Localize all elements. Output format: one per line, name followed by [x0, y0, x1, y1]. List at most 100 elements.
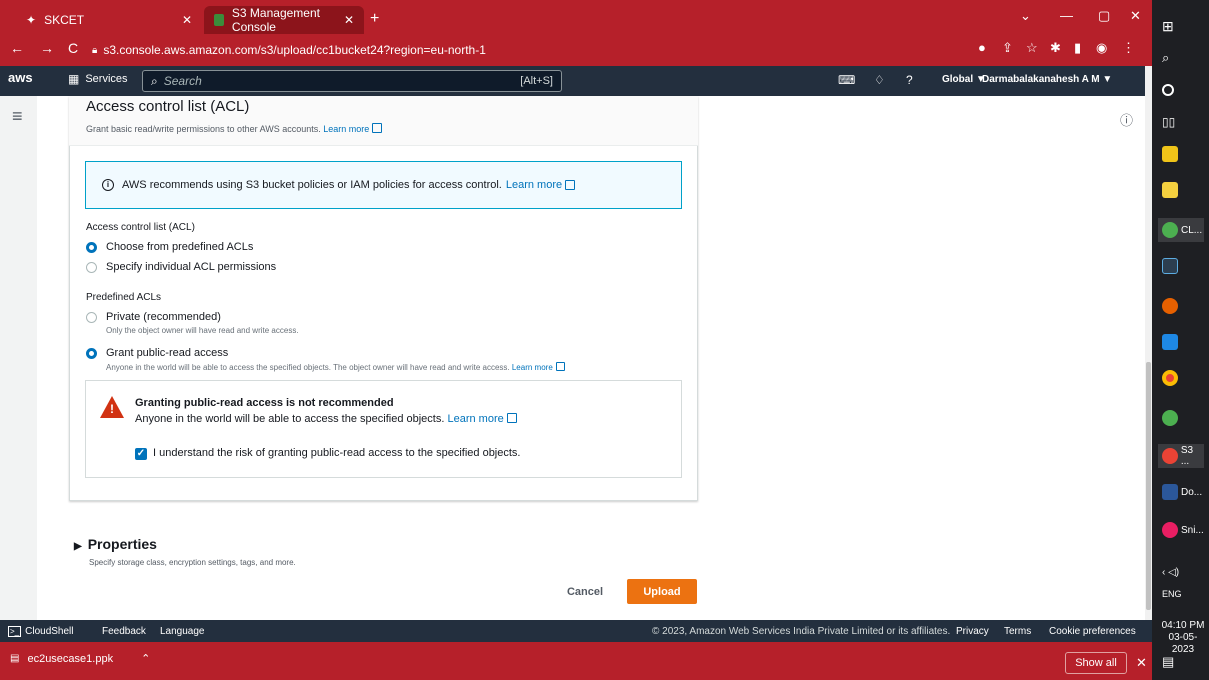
- scrollbar-thumb[interactable]: [1146, 362, 1151, 610]
- services-menu[interactable]: ▦ Services: [68, 72, 128, 86]
- info-icon: i: [102, 179, 114, 191]
- chrome-icon[interactable]: [1158, 366, 1204, 390]
- search-icon[interactable]: ⌕: [1158, 46, 1204, 70]
- warning-text: Anyone in the world will be able to acce…: [135, 413, 517, 425]
- star-icon[interactable]: ☆: [1026, 40, 1038, 56]
- cancel-button[interactable]: Cancel: [560, 582, 610, 602]
- learn-more-link[interactable]: Learn more: [506, 179, 562, 191]
- terminal-icon[interactable]: [1158, 254, 1204, 278]
- store-icon[interactable]: [1158, 330, 1204, 354]
- external-link-icon: [555, 362, 565, 371]
- tab-label: SKCET: [44, 13, 85, 27]
- file-explorer-icon[interactable]: [1158, 142, 1204, 166]
- notification-icon[interactable]: ▤: [1158, 650, 1204, 674]
- feedback-link[interactable]: Feedback: [102, 626, 146, 637]
- acl-description: Grant basic read/write permissions to ot…: [86, 123, 383, 134]
- volume-icon[interactable]: ‹ ◁): [1158, 560, 1204, 584]
- radio-label: Choose from predefined ACLs: [106, 241, 254, 253]
- bell-icon[interactable]: ♢: [874, 73, 885, 87]
- taskbar-item-cl[interactable]: CL...: [1158, 218, 1204, 242]
- warning-exclamation: !: [110, 402, 114, 416]
- profile-icon[interactable]: ◉: [1096, 40, 1107, 56]
- close-window-icon[interactable]: ✕: [1130, 8, 1141, 24]
- aws-logo[interactable]: aws: [8, 70, 33, 85]
- region-selector[interactable]: Global ▼: [942, 74, 986, 85]
- radio-public-read[interactable]: Grant public-read access: [86, 347, 228, 359]
- radio-button[interactable]: [86, 241, 97, 253]
- task-view-icon[interactable]: ▯▯: [1158, 110, 1204, 134]
- cortana-icon[interactable]: [1158, 78, 1204, 102]
- share-icon[interactable]: ⇪: [1002, 40, 1013, 56]
- close-icon[interactable]: ✕: [1136, 655, 1147, 671]
- taskbar-item-s3[interactable]: S3 ...: [1158, 444, 1204, 468]
- cookie-preferences-link[interactable]: Cookie preferences: [1049, 626, 1136, 637]
- hamburger-menu-icon[interactable]: ≡: [12, 106, 23, 127]
- external-link-icon: [372, 123, 383, 133]
- chevron-down-icon[interactable]: ⌄: [1020, 8, 1031, 24]
- properties-section-toggle[interactable]: ▶ Properties: [74, 536, 157, 552]
- tab-label: S3 Management Console: [231, 6, 320, 34]
- privacy-link[interactable]: Privacy: [956, 626, 989, 637]
- upload-button[interactable]: Upload: [627, 579, 697, 604]
- tab-skcet[interactable]: ✦ SKCET ✕: [16, 6, 202, 34]
- radio-button[interactable]: [86, 311, 97, 323]
- language-indicator[interactable]: ENG: [1158, 582, 1204, 606]
- lock-icon: 🔒︎: [92, 44, 98, 56]
- sidepanel-icon[interactable]: ▮: [1074, 40, 1081, 56]
- account-menu[interactable]: Darmabalakanahesh A M ▼: [982, 74, 1112, 85]
- cloudshell-link[interactable]: >_ CloudShell: [8, 626, 74, 637]
- extensions-icon[interactable]: ✱: [1050, 40, 1061, 56]
- new-tab-icon[interactable]: +: [370, 10, 379, 28]
- taskbar-item-snip[interactable]: Sni...: [1158, 518, 1204, 542]
- taskbar-item-word[interactable]: Do...: [1158, 480, 1204, 504]
- learn-more-link[interactable]: Learn more: [512, 363, 553, 372]
- cloudshell-label: CloudShell: [25, 626, 74, 637]
- radio-individual-acl[interactable]: Specify individual ACL permissions: [86, 261, 276, 273]
- search-placeholder: Search: [163, 74, 202, 88]
- app-green-icon[interactable]: [1158, 406, 1204, 430]
- radio-label: Grant public-read access: [106, 347, 229, 359]
- show-all-button[interactable]: Show all: [1065, 652, 1127, 674]
- close-icon[interactable]: ✕: [344, 13, 354, 27]
- info-alert: i AWS recommends using S3 bucket policie…: [85, 161, 682, 209]
- search-input[interactable]: ⌕ Search [Alt+S]: [142, 70, 562, 92]
- learn-more-link[interactable]: Learn more: [323, 124, 369, 134]
- download-item[interactable]: ▤ ec2usecase1.ppk ⌃: [10, 652, 150, 666]
- risk-checkbox[interactable]: ✓: [135, 448, 147, 460]
- copyright-text: © 2023, Amazon Web Services India Privat…: [652, 626, 951, 637]
- warning-text-body: Anyone in the world will be able to acce…: [135, 413, 445, 425]
- maximize-icon[interactable]: ▢: [1098, 8, 1110, 24]
- app-icon[interactable]: [1158, 178, 1204, 202]
- chevron-up-icon[interactable]: ⌃: [141, 652, 150, 665]
- menu-icon[interactable]: ⋮: [1122, 40, 1135, 56]
- windows-start-icon[interactable]: ⊞: [1158, 14, 1204, 38]
- close-icon[interactable]: ✕: [182, 13, 192, 27]
- reload-icon[interactable]: C: [68, 40, 78, 56]
- minimize-icon[interactable]: —: [1060, 8, 1073, 23]
- help-icon[interactable]: ?: [906, 73, 913, 87]
- radio-button[interactable]: [86, 261, 97, 273]
- url-field[interactable]: 🔒︎ s3.console.aws.amazon.com/s3/upload/c…: [92, 38, 952, 62]
- learn-more-link[interactable]: Learn more: [447, 413, 503, 425]
- google-icon[interactable]: ●: [978, 40, 986, 55]
- back-icon[interactable]: ←: [10, 40, 24, 56]
- tab-favicon: ✦: [26, 13, 37, 27]
- terms-link[interactable]: Terms: [1004, 626, 1031, 637]
- firefox-icon[interactable]: [1158, 294, 1204, 318]
- radio-label: Private (recommended): [106, 311, 221, 323]
- radio-private[interactable]: Private (recommended): [86, 311, 221, 323]
- radio-predefined-acls[interactable]: Choose from predefined ACLs: [86, 241, 253, 253]
- risk-checkbox-label[interactable]: I understand the risk of granting public…: [153, 447, 521, 459]
- search-shortcut: [Alt+S]: [520, 75, 553, 87]
- acl-label: Access control list (ACL): [86, 222, 195, 233]
- tab-s3-console[interactable]: S3 Management Console ✕: [204, 6, 364, 34]
- search-icon: ⌕: [151, 73, 158, 88]
- taskbar-item-label: CL...: [1181, 224, 1203, 236]
- radio-button[interactable]: [86, 347, 97, 359]
- clock-time: 04:10 PM: [1161, 620, 1205, 631]
- info-icon[interactable]: ⓘ: [1120, 110, 1133, 129]
- properties-title: Properties: [87, 536, 157, 552]
- forward-icon[interactable]: →: [40, 40, 54, 56]
- language-link[interactable]: Language: [160, 626, 205, 637]
- cloudshell-icon[interactable]: ⌨: [838, 73, 855, 87]
